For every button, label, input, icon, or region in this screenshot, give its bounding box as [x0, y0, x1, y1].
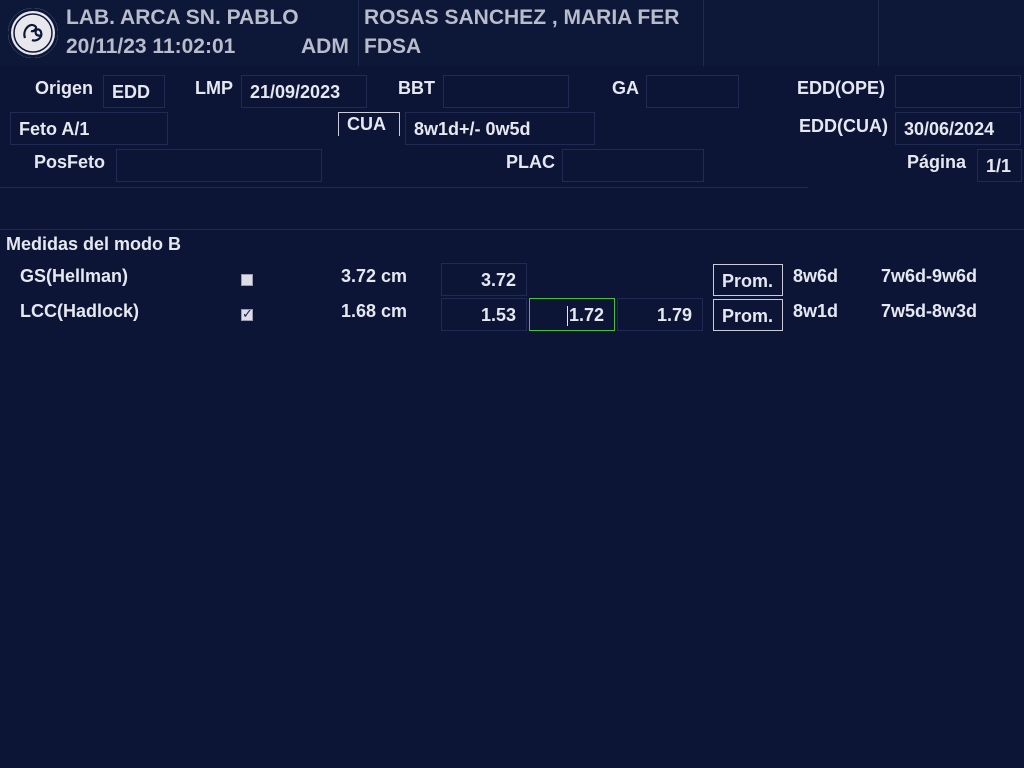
text-cursor [566, 306, 568, 327]
measurement-field-1[interactable]: 1.53 [441, 298, 527, 331]
section-divider [0, 187, 808, 188]
header-bar: LAB. ARCA SN. PABLO 20/11/23 11:02:01 AD… [0, 0, 1024, 66]
measurement-field-3[interactable]: 1.79 [617, 298, 703, 331]
header-divider [358, 0, 359, 66]
edd-ope-field[interactable] [895, 75, 1021, 108]
plac-label: PLAC [506, 152, 555, 172]
posfeto-field[interactable] [116, 149, 322, 182]
measurement-field-1[interactable]: 3.72 [441, 263, 527, 296]
average-button[interactable]: Prom. [713, 299, 783, 331]
fetus-selector[interactable]: Feto A/1 [10, 112, 168, 145]
pagina-label: Página [907, 152, 967, 172]
posfeto-label: PosFeto [34, 152, 106, 172]
measurement-checkbox[interactable] [241, 274, 253, 286]
cua-label-tab[interactable]: CUA [338, 112, 400, 136]
page-indicator[interactable]: 1/1 [977, 149, 1022, 182]
measurement-checkbox[interactable]: ✓ [241, 306, 253, 321]
bbt-label: BBT [398, 78, 435, 98]
checkmark-icon: ✓ [242, 306, 253, 321]
header-divider [703, 0, 704, 66]
average-button[interactable]: Prom. [713, 264, 783, 296]
edd-ope-label: EDD(OPE) [797, 78, 886, 98]
operator-id: ADM [301, 35, 349, 58]
ge-logo-icon [8, 8, 58, 58]
origen-label: Origen [35, 78, 94, 98]
section-divider [0, 229, 1024, 230]
institution-name: LAB. ARCA SN. PABLO [66, 6, 299, 29]
edd-cua-label: EDD(CUA) [799, 116, 888, 136]
measurement-field-2-value: 1.72 [568, 305, 604, 325]
edd-cua-field[interactable]: 30/06/2024 [895, 112, 1021, 145]
lmp-label: LMP [195, 78, 233, 98]
ga-range: 7w5d-8w3d [881, 301, 978, 321]
plac-field[interactable] [562, 149, 704, 182]
measurement-name: GS(Hellman) [20, 266, 129, 286]
ga-label: GA [612, 78, 639, 98]
lmp-field[interactable]: 21/09/2023 [241, 75, 367, 108]
measurement-name: LCC(Hadlock) [20, 301, 140, 321]
ga-range: 7w6d-9w6d [881, 266, 978, 286]
measurement-value: 3.72 cm [341, 266, 408, 286]
patient-id: FDSA [364, 35, 422, 58]
patient-name: ROSAS SANCHEZ , MARIA FER [364, 6, 680, 29]
measurement-field-2-active[interactable]: 1.72 [529, 298, 615, 331]
gestational-age: 8w1d [793, 301, 839, 321]
measurement-value: 1.68 cm [341, 301, 408, 321]
ga-field[interactable] [646, 75, 739, 108]
header-divider [878, 0, 879, 66]
origen-field[interactable]: EDD [103, 75, 165, 108]
bbt-field[interactable] [443, 75, 569, 108]
exam-datetime: 20/11/23 11:02:01 [66, 35, 236, 58]
cua-field[interactable]: 8w1d+/- 0w5d [405, 112, 595, 145]
section-title: Medidas del modo B [6, 234, 182, 254]
gestational-age: 8w6d [793, 266, 839, 286]
